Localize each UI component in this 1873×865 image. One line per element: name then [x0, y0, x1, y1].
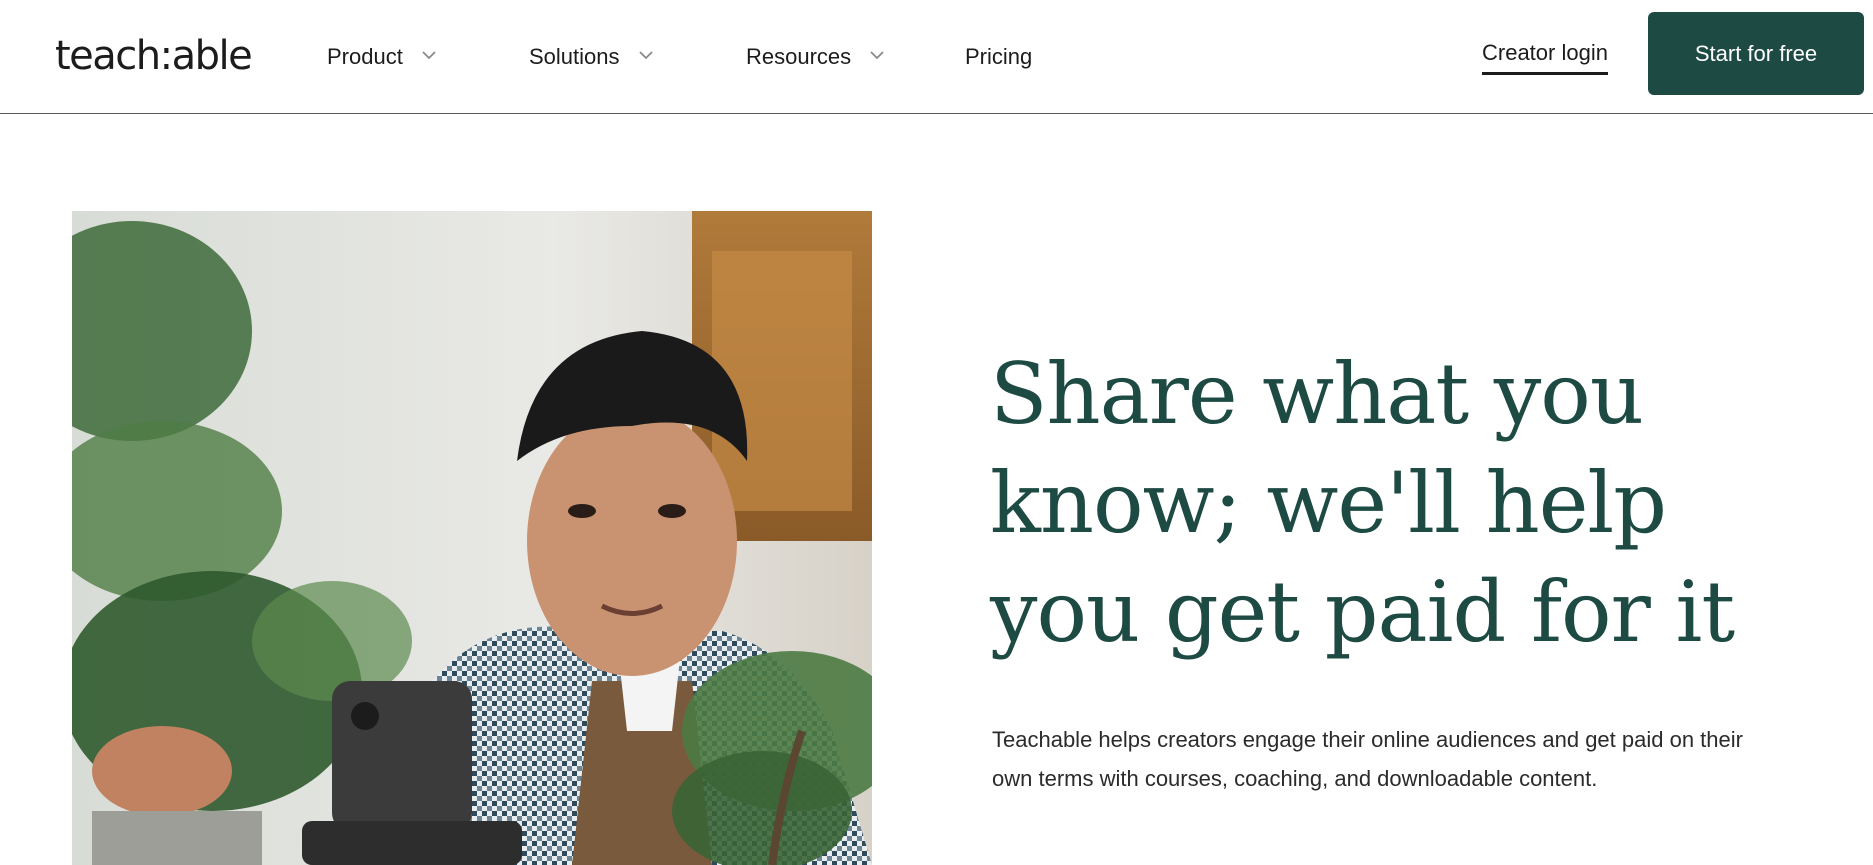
teachable-logo[interactable]: teach:able: [55, 32, 253, 80]
nav-solutions-label: Solutions: [529, 44, 620, 69]
chevron-down-icon: [870, 51, 884, 60]
nav-resources[interactable]: Resources: [746, 44, 885, 70]
creator-filming-plants-photo: [72, 211, 872, 865]
nav-product[interactable]: Product: [327, 44, 437, 70]
hero-subtitle: Teachable helps creators engage their on…: [992, 727, 1743, 791]
creator-login-link[interactable]: Creator login: [1482, 40, 1608, 75]
site-header: teach:able Product Solutions Resources P…: [0, 0, 1873, 114]
nav-pricing[interactable]: Pricing: [965, 44, 1032, 70]
nav-solutions[interactable]: Solutions: [529, 44, 654, 70]
chevron-down-icon: [638, 51, 653, 60]
start-for-free-button[interactable]: Start for free: [1648, 12, 1864, 95]
nav-resources-label: Resources: [746, 44, 852, 69]
nav-product-label: Product: [327, 44, 403, 69]
hero-title: Share what you know; we'll help you get …: [990, 345, 1735, 661]
chevron-down-icon: [422, 51, 436, 60]
nav-pricing-label: Pricing: [965, 44, 1033, 69]
hero-image: [72, 211, 872, 865]
